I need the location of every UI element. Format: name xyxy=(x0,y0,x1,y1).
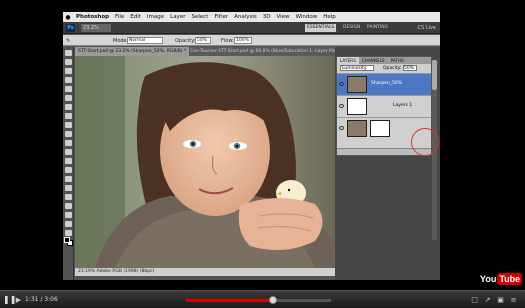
eraser-tool-icon[interactable] xyxy=(64,140,72,146)
menu-image[interactable]: Image xyxy=(144,14,167,20)
zoom-select[interactable]: 23.2% xyxy=(81,24,111,32)
mode-select[interactable]: Normal xyxy=(127,37,163,44)
flow-field[interactable]: 100% xyxy=(234,37,252,44)
tab-stt-start[interactable]: STT-Start.psd @ 23.2% (Sharpen_50%, RGB/… xyxy=(75,47,190,56)
menu-layer[interactable]: Layer xyxy=(167,14,188,20)
pen-tool-icon[interactable] xyxy=(64,176,72,182)
workspace-painting[interactable]: PAINTING xyxy=(365,24,390,32)
photoshop-logo: Ps xyxy=(66,24,75,32)
visibility-eye-icon[interactable] xyxy=(339,126,344,130)
layer-thumbnail xyxy=(347,98,367,115)
clone-stamp-tool-icon[interactable] xyxy=(64,122,72,128)
timecode: 1:31 / 3:06 xyxy=(25,296,58,303)
hand-tool-icon[interactable] xyxy=(64,221,72,227)
status-bar: 23.19% Adobe RGB (1998) (8bpc) xyxy=(75,268,335,276)
shape-tool-icon[interactable] xyxy=(64,203,72,209)
options-bar: ✎ Mode: Normal Opacity: 50% Flow: 100% xyxy=(63,35,440,46)
healing-tool-icon[interactable] xyxy=(64,104,72,110)
youtube-logo-you: You xyxy=(480,273,497,284)
popout-icon[interactable]: ↗ xyxy=(483,295,492,305)
menu-file[interactable]: File xyxy=(112,14,127,20)
layer-row[interactable]: Layers 1 xyxy=(337,95,431,117)
tools-panel xyxy=(63,47,74,280)
tab-con-tourner[interactable]: Con-Tourner-STT-Start.psd @ 66.8% (Blue/… xyxy=(187,47,350,56)
menu-analysis[interactable]: Analysis xyxy=(231,14,260,20)
eyedropper-tool-icon[interactable] xyxy=(64,95,72,101)
layer-opacity-field[interactable]: 50% xyxy=(403,65,417,71)
brush-tool-icon[interactable] xyxy=(64,113,72,119)
photo-girl-with-chick xyxy=(75,56,335,268)
opacity-field[interactable]: 50% xyxy=(195,37,211,44)
video-player[interactable]: ● Photoshop File Edit Image Layer Select… xyxy=(0,0,525,308)
layer-name: Sharpen_50% xyxy=(371,81,403,86)
menu-help[interactable]: Help xyxy=(320,14,339,20)
apple-icon[interactable]: ● xyxy=(63,14,73,21)
history-brush-tool-icon[interactable] xyxy=(64,131,72,137)
menu-photoshop[interactable]: Photoshop xyxy=(73,14,112,20)
workspace-essentials[interactable]: ESSENTIALS xyxy=(305,24,337,32)
workspace-design[interactable]: DESIGN xyxy=(341,24,362,32)
progress-scrubber[interactable] xyxy=(269,296,277,304)
youtube-logo[interactable]: You Tube xyxy=(480,271,523,286)
pause-icon[interactable]: ❚❚ xyxy=(3,295,16,305)
3d-tool-icon[interactable] xyxy=(64,212,72,218)
layer-name: Layers 1 xyxy=(393,103,413,108)
crop-tool-icon[interactable] xyxy=(64,86,72,92)
menu-select[interactable]: Select xyxy=(189,14,212,20)
type-tool-icon[interactable] xyxy=(64,185,72,191)
tab-paths[interactable]: PATHS xyxy=(388,57,407,64)
menu-filter[interactable]: Filter xyxy=(211,14,231,20)
fullscreen-icon[interactable]: ▣ xyxy=(496,295,505,305)
lasso-tool-icon[interactable] xyxy=(64,68,72,74)
photoshop-screen: ● Photoshop File Edit Image Layer Select… xyxy=(63,12,440,280)
tool-preset-icon[interactable]: ✎ xyxy=(66,38,70,44)
menu-bar: ● Photoshop File Edit Image Layer Select… xyxy=(63,12,440,22)
menu-window[interactable]: Window xyxy=(293,14,321,20)
layers-panel-tabs: LAYERS CHANNELS PATHS xyxy=(337,57,431,64)
document-canvas[interactable] xyxy=(75,56,335,268)
blend-row: Luminosity Opacity: 50% xyxy=(337,64,431,73)
layer-thumbnail xyxy=(347,120,367,137)
cs-live-button[interactable]: CS Live xyxy=(418,24,436,32)
move-tool-icon[interactable] xyxy=(64,50,72,56)
dodge-tool-icon[interactable] xyxy=(64,167,72,173)
application-bar: Ps 23.2% ESSENTIALS DESIGN PAINTING CS L… xyxy=(63,22,440,34)
progress-played xyxy=(186,299,273,302)
progress-bar[interactable] xyxy=(186,296,331,304)
youtube-logo-tube: Tube xyxy=(497,272,523,285)
visibility-eye-icon[interactable] xyxy=(339,104,344,108)
menu-edit[interactable]: Edit xyxy=(127,14,144,20)
menu-view[interactable]: View xyxy=(274,14,293,20)
gradient-tool-icon[interactable] xyxy=(64,149,72,155)
highlight-circle xyxy=(411,128,439,156)
volume-icon[interactable]: ▶ xyxy=(14,295,23,305)
layer-row[interactable]: Sharpen_50% xyxy=(337,73,431,95)
layer-opacity-label: Opacity: xyxy=(383,66,402,71)
embed-icon[interactable]: □ xyxy=(470,295,479,305)
layer-thumbnail xyxy=(347,76,367,93)
flow-label: Flow: xyxy=(221,38,234,44)
scrollbar-thumb[interactable] xyxy=(432,60,437,90)
visibility-eye-icon[interactable] xyxy=(339,82,344,86)
tab-channels[interactable]: CHANNELS xyxy=(359,57,388,64)
document-tabs: STT-Start.psd @ 23.2% (Sharpen_50%, RGB/… xyxy=(75,47,347,56)
marquee-tool-icon[interactable] xyxy=(64,59,72,65)
quick-select-tool-icon[interactable] xyxy=(64,77,72,83)
path-select-tool-icon[interactable] xyxy=(64,194,72,200)
menu-3d[interactable]: 3D xyxy=(260,14,274,20)
foreground-color-swatch[interactable] xyxy=(64,237,70,243)
opacity-label: Opacity: xyxy=(175,38,196,44)
zoom-tool-icon[interactable] xyxy=(64,230,72,236)
layer-mask-thumbnail xyxy=(370,120,390,137)
tab-layers[interactable]: LAYERS xyxy=(337,57,359,64)
blend-mode-select[interactable]: Luminosity xyxy=(340,65,374,71)
blur-tool-icon[interactable] xyxy=(64,158,72,164)
settings-icon[interactable]: ≡ xyxy=(509,295,518,305)
player-controls: ❚❚ ▶ 1:31 / 3:06 □ ↗ ▣ ≡ xyxy=(0,290,525,308)
